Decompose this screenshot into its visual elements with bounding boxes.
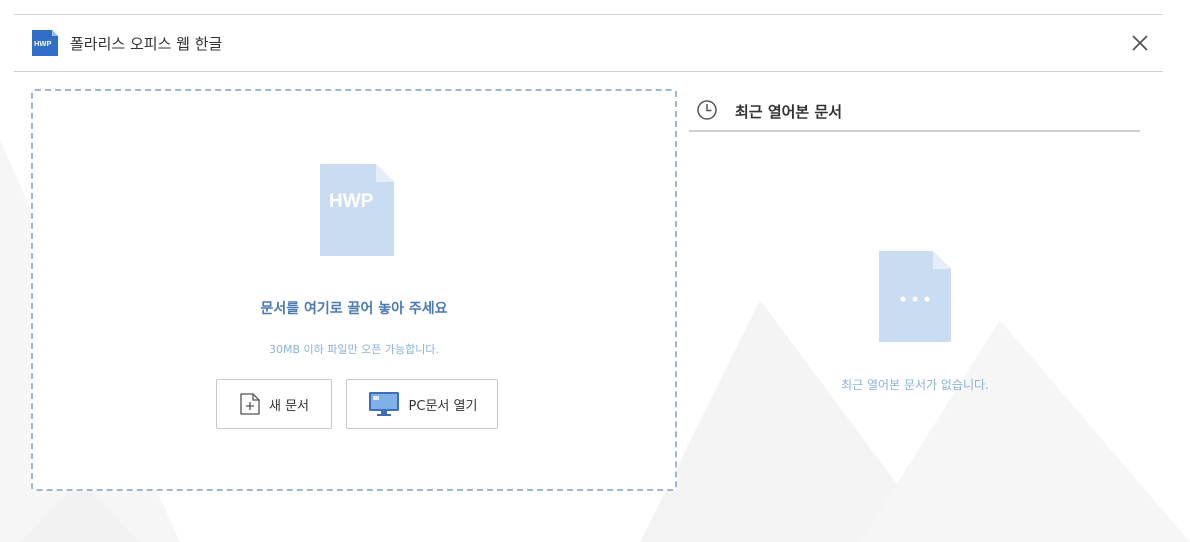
open-pc-document-button[interactable]: PC문서 열기 <box>346 379 498 429</box>
app-header: HWP 폴라리스 오피스 웹 한글 <box>14 15 1163 72</box>
clock-icon <box>697 100 717 120</box>
recent-empty-message: 최근 열어본 문서가 없습니다. <box>841 378 989 392</box>
app-title: 폴라리스 오피스 웹 한글 <box>70 35 223 53</box>
file-drop-zone[interactable]: HWP 문서를 여기로 끌어 놓아 주세요 30MB 이하 파일만 오픈 가능합… <box>31 89 677 491</box>
recent-documents-title: 최근 열어본 문서 <box>735 103 843 121</box>
empty-document-icon <box>879 251 951 342</box>
monitor-icon <box>368 392 399 416</box>
file-size-limit-note: 30MB 이하 파일만 오픈 가능합니다. <box>269 343 439 356</box>
hwp-logo-text: HWP <box>34 39 52 48</box>
new-document-icon <box>240 393 260 415</box>
hwp-file-icon: HWP <box>320 164 394 256</box>
recent-documents-header: 최근 열어본 문서 <box>689 92 1140 132</box>
open-pc-document-label: PC문서 열기 <box>408 398 478 414</box>
close-icon[interactable] <box>1129 32 1151 54</box>
drop-instruction: 문서를 여기로 끌어 놓아 주세요 <box>260 301 448 317</box>
new-document-button[interactable]: 새 문서 <box>216 379 332 429</box>
hwp-file-badge: HWP <box>329 191 374 212</box>
new-document-label: 새 문서 <box>268 398 309 414</box>
hwp-logo-icon: HWP <box>32 30 58 56</box>
